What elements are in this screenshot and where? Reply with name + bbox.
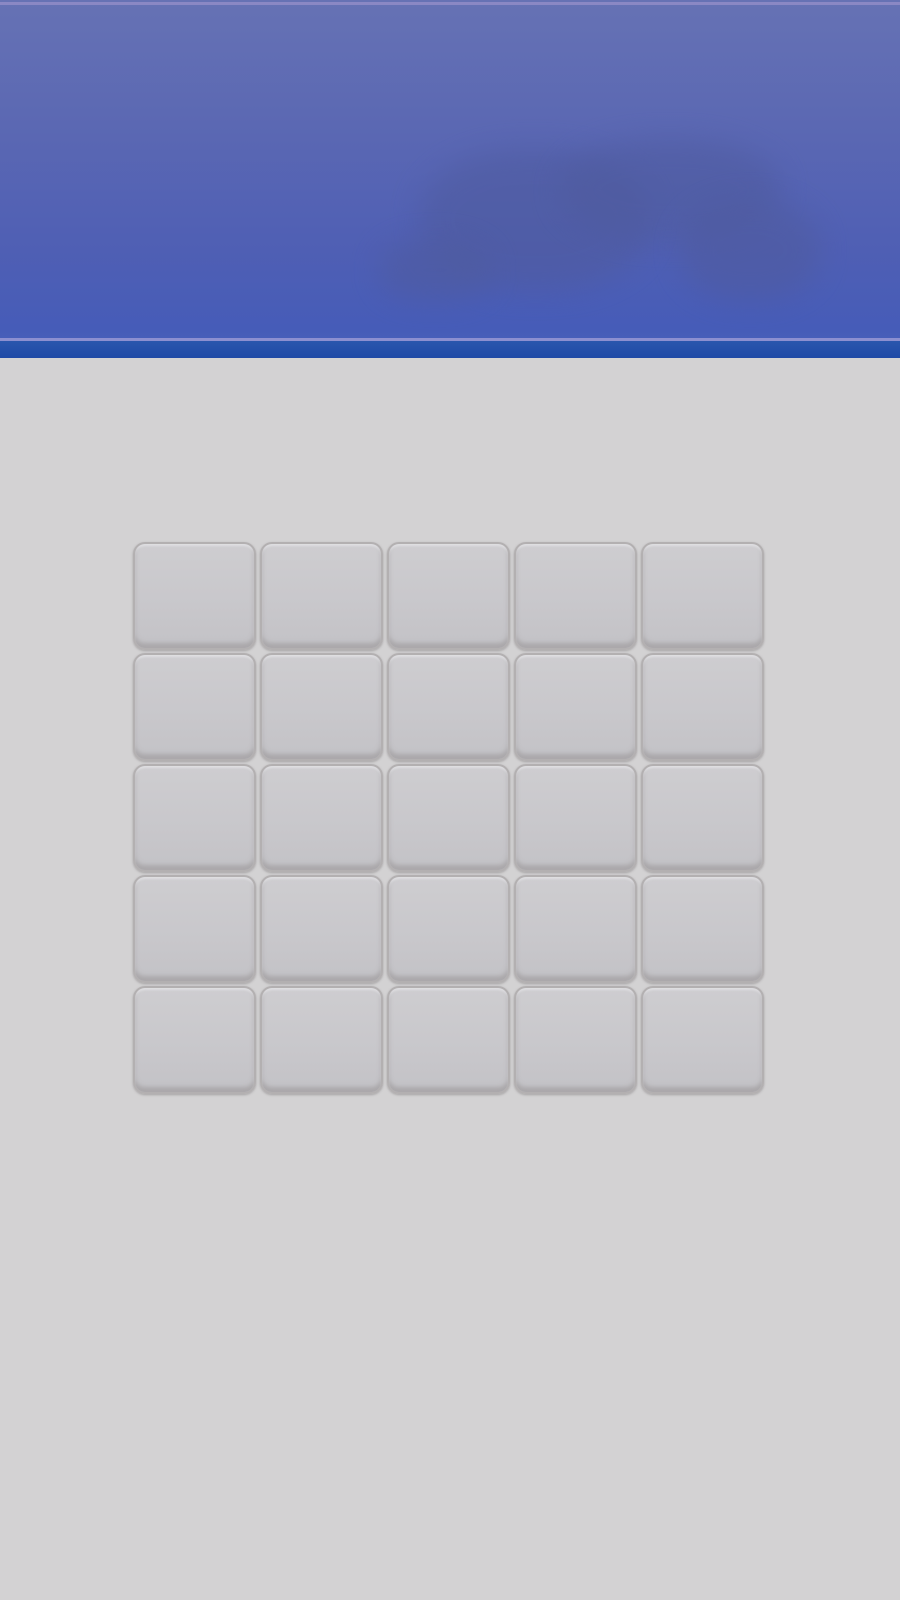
tile-r4-c4[interactable] (514, 875, 637, 983)
tile-r5-c5[interactable] (641, 986, 764, 1094)
header-top-line (0, 2, 900, 5)
tile-r2-c5[interactable] (641, 653, 764, 761)
tile-r3-c1[interactable] (133, 764, 256, 872)
tile-r4-c5[interactable] (641, 875, 764, 983)
tile-r2-c2[interactable] (260, 653, 383, 761)
tile-r4-c1[interactable] (133, 875, 256, 983)
tile-r1-c5[interactable] (641, 542, 764, 650)
tile-r5-c1[interactable] (133, 986, 256, 1094)
tile-r5-c2[interactable] (260, 986, 383, 1094)
tile-r1-c3[interactable] (387, 542, 510, 650)
tile-r1-c2[interactable] (260, 542, 383, 650)
tile-r2-c4[interactable] (514, 653, 637, 761)
tile-r4-c2[interactable] (260, 875, 383, 983)
header-shadow-shape (380, 240, 490, 300)
tile-r5-c3[interactable] (387, 986, 510, 1094)
tile-r3-c5[interactable] (641, 764, 764, 872)
tile-r1-c1[interactable] (133, 542, 256, 650)
tile-r2-c1[interactable] (133, 653, 256, 761)
header-banner (0, 0, 900, 358)
tile-r3-c3[interactable] (387, 764, 510, 872)
header-shadow-shape (680, 200, 820, 300)
header-base-bar (0, 341, 900, 358)
tile-r3-c4[interactable] (514, 764, 637, 872)
tile-r5-c4[interactable] (514, 986, 637, 1094)
tile-r2-c3[interactable] (387, 653, 510, 761)
tile-r1-c4[interactable] (514, 542, 637, 650)
tile-r4-c3[interactable] (387, 875, 510, 983)
game-board (133, 542, 768, 1095)
tile-r3-c2[interactable] (260, 764, 383, 872)
